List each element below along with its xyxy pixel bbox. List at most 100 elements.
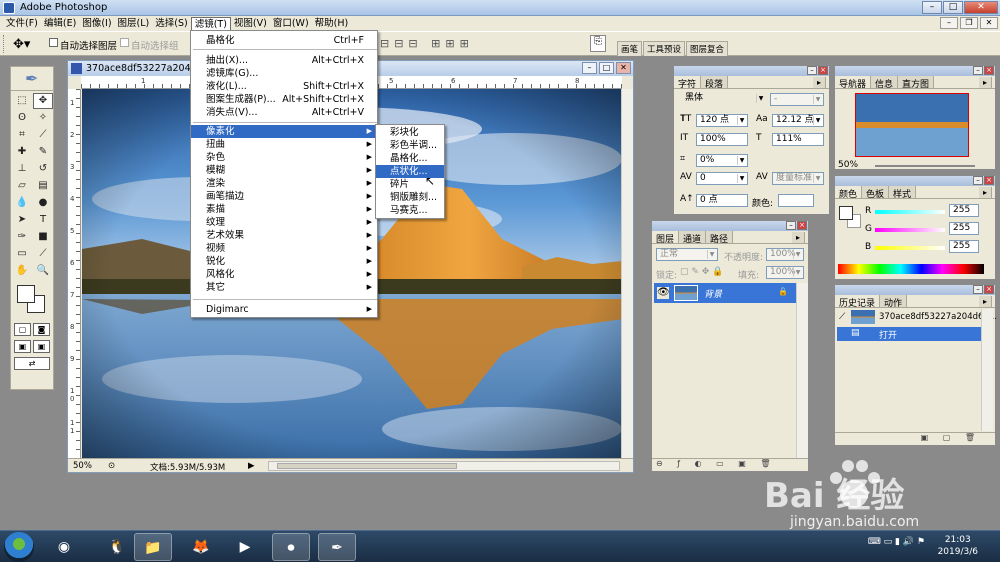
tab-info[interactable]: 信息 <box>871 76 899 90</box>
history-scrollbar[interactable] <box>981 309 993 431</box>
minimize-button[interactable]: – <box>922 1 942 14</box>
eraser-tool-icon[interactable]: ▱ <box>12 178 32 194</box>
panel-close-button[interactable]: × <box>984 285 994 294</box>
doc-restore-button[interactable]: ❐ <box>960 17 978 29</box>
tab-color[interactable]: 颜色 <box>835 186 863 200</box>
move-tool-icon[interactable]: ✥▾ <box>13 37 30 52</box>
doc-close-button[interactable]: ✕ <box>980 17 998 29</box>
shape-tool-icon[interactable]: ■ <box>33 229 53 245</box>
b-slider[interactable] <box>875 246 945 250</box>
zoom-tool-icon[interactable]: 🔍 <box>33 263 53 279</box>
layers-scrollbar[interactable] <box>796 283 808 459</box>
tab-styles[interactable]: 样式 <box>889 186 917 200</box>
history-brush-tool-icon[interactable]: ↺ <box>33 161 53 177</box>
firefox-icon[interactable]: 🦊 <box>182 533 220 561</box>
horizontal-scale-field[interactable]: 111% <box>772 133 824 146</box>
notes-tool-icon[interactable]: ▭ <box>12 246 32 262</box>
tab-actions[interactable]: 动作 <box>880 295 908 309</box>
font-size-field[interactable]: 120 点 ▼ <box>696 114 748 127</box>
panel-header[interactable]: – × <box>835 66 995 76</box>
tab-history[interactable]: 历史记录 <box>835 295 881 309</box>
r-slider[interactable] <box>875 210 945 214</box>
panel-header[interactable]: – × <box>652 221 808 231</box>
doc-window-maximize-button[interactable]: □ <box>599 62 614 74</box>
panel-close-button[interactable]: × <box>797 221 807 230</box>
menu-item-blur[interactable]: 模糊 ▶ <box>191 164 377 177</box>
pen-tool-icon[interactable]: ✑ <box>12 229 32 245</box>
history-brush-source-icon[interactable]: ⟋ <box>839 312 845 322</box>
panel-minimize-button[interactable]: – <box>973 176 983 185</box>
screen-mode-standard-icon[interactable]: ▣ <box>14 340 31 353</box>
panel-header[interactable]: – × <box>835 285 995 295</box>
panel-minimize-button[interactable]: – <box>973 66 983 75</box>
hand-tool-icon[interactable]: ✋ <box>12 263 32 279</box>
tab-histogram[interactable]: 直方图 <box>898 76 935 90</box>
tab-paths[interactable]: 路径 <box>706 231 734 245</box>
horizontal-scroll-thumb[interactable] <box>277 463 457 469</box>
menu-layer[interactable]: 图层(L) <box>115 17 153 31</box>
gradient-tool-icon[interactable]: ▤ <box>33 178 53 194</box>
submenu-item-mezzotint[interactable]: 铜版雕刻... <box>376 191 444 204</box>
panel-menu-icon[interactable]: ▸ <box>791 232 805 243</box>
standard-mode-icon[interactable]: ▢ <box>14 323 31 336</box>
toolbox-logo[interactable]: ✒ <box>11 67 53 91</box>
blur-tool-icon[interactable]: 💧 <box>12 195 32 211</box>
panel-close-button[interactable]: × <box>984 176 994 185</box>
path-selection-tool-icon[interactable]: ➤ <box>12 212 32 228</box>
color-spectrum-bar[interactable] <box>838 264 984 274</box>
ruler-vertical[interactable]: 1 2 3 4 5 6 7 8 9 1 0 1 1 <box>68 89 81 460</box>
font-style-field[interactable]: - ▼ <box>770 93 824 106</box>
text-color-swatch[interactable] <box>778 194 814 207</box>
opacity-field[interactable]: 100% ▼ <box>766 248 804 261</box>
brush-tool-icon[interactable]: ✎ <box>33 144 53 160</box>
auto-select-group-checkbox[interactable] <box>120 38 129 47</box>
history-step-open[interactable]: ▤ 打开 <box>837 327 981 341</box>
menu-item-sharpen[interactable]: 锐化 ▶ <box>191 255 377 268</box>
layer-row-background[interactable]: 👁 背景 🔒 <box>654 283 796 303</box>
panel-menu-icon[interactable]: ▸ <box>978 296 992 307</box>
submenu-item-mosaic[interactable]: 马赛克... <box>376 204 444 217</box>
tracking-ratio-field[interactable]: 0% ▼ <box>696 154 748 167</box>
slice-tool-icon[interactable]: ⟋ <box>33 127 53 143</box>
menu-item-pixelate[interactable]: 像素化 ▶ <box>191 125 377 138</box>
menu-image[interactable]: 图像(I) <box>79 17 114 31</box>
tab-paragraph[interactable]: 段落 <box>701 76 729 90</box>
menu-item-last-filter[interactable]: 晶格化 Ctrl+F <box>191 34 377 47</box>
dodge-tool-icon[interactable]: ● <box>33 195 53 211</box>
status-arrow-icon[interactable]: ▶ <box>248 461 255 471</box>
doc-window-minimize-button[interactable]: – <box>582 62 597 74</box>
menu-item-pattern-maker[interactable]: 图案生成器(P)... Alt+Shift+Ctrl+X <box>191 93 377 106</box>
system-tray-icons[interactable]: ⌨ ▭ ▮ 🔊 ⚑ <box>868 537 925 547</box>
fill-field[interactable]: 100% ▼ <box>766 266 804 279</box>
b-field[interactable]: 255 <box>949 240 979 253</box>
auto-select-layer-checkbox[interactable] <box>49 38 58 47</box>
color-fg-swatch[interactable] <box>839 206 853 220</box>
tab-layers[interactable]: 图层 <box>652 231 680 245</box>
panel-menu-icon[interactable]: ▸ <box>812 77 826 88</box>
blend-mode-select[interactable]: 正常 ▼ <box>656 248 718 261</box>
menu-item-distort[interactable]: 扭曲 ▶ <box>191 138 377 151</box>
panel-header[interactable]: – × <box>674 66 829 76</box>
kerning-field[interactable]: 0 ▼ <box>696 172 748 185</box>
menu-filter[interactable]: 滤镜(T) <box>190 16 231 31</box>
type-tool-icon[interactable]: T <box>33 212 53 228</box>
menu-item-artistic[interactable]: 艺术效果 ▶ <box>191 229 377 242</box>
tab-brushes[interactable]: 画笔 <box>617 41 643 56</box>
palette-well-icon[interactable]: ⎘ <box>590 35 606 52</box>
menu-view[interactable]: 视图(V) <box>231 17 270 31</box>
tab-character[interactable]: 字符 <box>674 76 702 90</box>
menu-item-extract[interactable]: 抽出(X)... Alt+Ctrl+X <box>191 54 377 67</box>
status-icon[interactable]: ⊙ <box>108 461 115 471</box>
menu-edit[interactable]: 编辑(E) <box>41 17 79 31</box>
close-button[interactable]: ✕ <box>964 1 998 14</box>
panel-minimize-button[interactable]: – <box>973 285 983 294</box>
vertical-scale-field[interactable]: 100% <box>696 133 748 146</box>
menu-item-digimarc[interactable]: Digimarc ▶ <box>191 303 377 316</box>
history-snapshot-row[interactable]: ⟋ 370ace8df53227a204d64... <box>837 309 997 326</box>
maximize-button[interactable]: □ <box>943 1 963 14</box>
menu-window[interactable]: 窗口(W) <box>270 17 312 31</box>
panel-header[interactable]: – × <box>835 176 995 186</box>
taskbar-clock[interactable]: 21:03 2019/3/6 <box>938 534 978 558</box>
jump-to-imageready-icon[interactable]: ⇄ <box>14 357 50 370</box>
tab-channels[interactable]: 通道 <box>679 231 707 245</box>
